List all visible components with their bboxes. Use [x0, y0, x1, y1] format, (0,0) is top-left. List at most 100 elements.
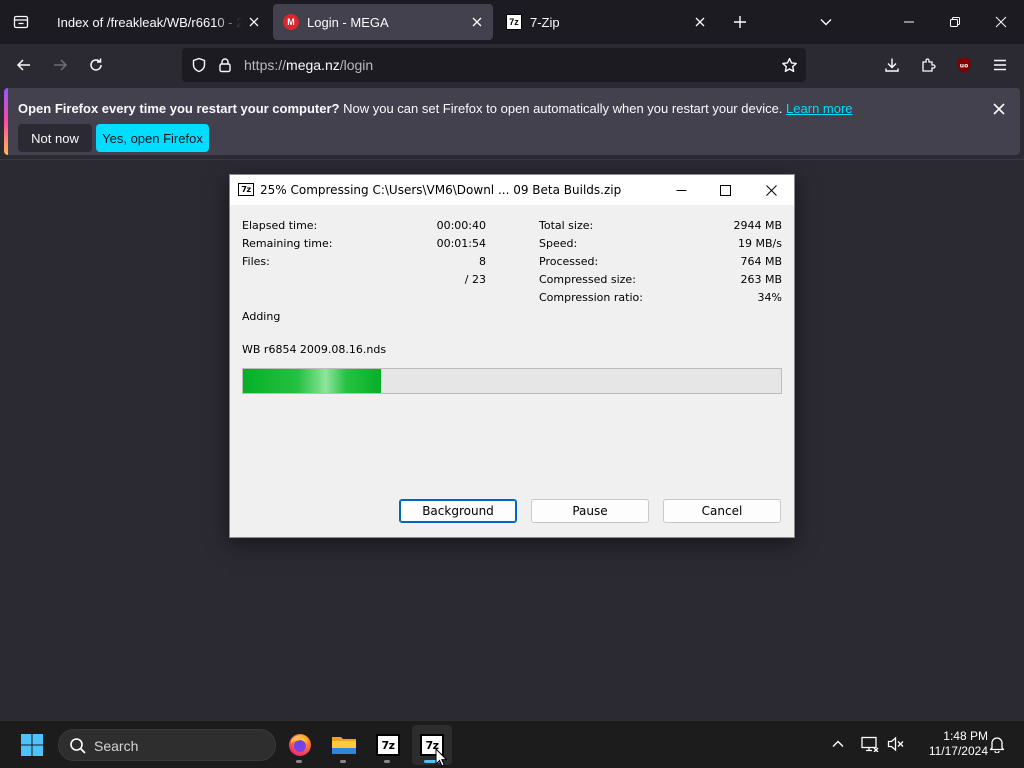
7zip-app-icon: 7z — [238, 183, 254, 196]
ublock-origin-button[interactable]: uo — [948, 49, 980, 81]
files-label: Files: — [242, 255, 270, 268]
close-icon — [695, 17, 705, 27]
chevron-up-icon — [832, 740, 844, 747]
back-button[interactable] — [8, 49, 40, 81]
notification-bar: Open Firefox every time you restart your… — [4, 88, 1020, 155]
firefox-view-button[interactable] — [0, 0, 42, 44]
content-divider — [0, 159, 1024, 160]
dialog-minimize-button[interactable] — [658, 175, 704, 205]
notification-accent-stripe — [4, 88, 8, 155]
current-file-name: WB r6854 2009.08.16.nds — [242, 343, 387, 356]
compression-ratio-value: 34% — [757, 291, 782, 304]
chevron-down-icon — [820, 19, 832, 26]
tab-strip: Index of /freakleak/WB/r6610 - 2009.06.2… — [0, 0, 1024, 44]
url-text[interactable]: https://mega.nz/login — [244, 57, 373, 73]
taskbar-file-explorer[interactable] — [324, 725, 364, 765]
notification-message: Open Firefox every time you restart your… — [18, 101, 853, 116]
minimize-icon — [676, 189, 686, 191]
url-path: /login — [339, 57, 374, 73]
restore-button[interactable] — [933, 0, 977, 44]
learn-more-link[interactable]: Learn more — [786, 101, 852, 116]
forward-button[interactable] — [44, 49, 76, 81]
taskbar: Search 7z 7z 1:48 PM 11/17/2024 — [0, 720, 1024, 768]
extensions-button[interactable] — [912, 49, 944, 81]
cancel-button[interactable]: Cancel — [663, 499, 781, 523]
downloads-button[interactable] — [876, 49, 908, 81]
7zip-favicon-icon: 7z — [506, 14, 522, 30]
start-button[interactable] — [12, 725, 52, 765]
clock-time: 1:48 PM — [943, 729, 988, 743]
pause-button[interactable]: Pause — [531, 499, 649, 523]
url-bar[interactable]: https://mega.nz/login — [182, 48, 806, 82]
plus-icon — [734, 16, 746, 28]
not-now-button[interactable]: Not now — [18, 124, 92, 152]
tab-7zip[interactable]: 7z 7-Zip — [496, 4, 716, 40]
puzzle-icon — [922, 58, 936, 72]
list-all-tabs-button[interactable] — [804, 0, 848, 44]
close-window-button[interactable] — [979, 0, 1023, 44]
navigation-toolbar: https://mega.nz/login uo — [0, 44, 1024, 86]
windows-logo-icon — [21, 734, 43, 756]
clock-date: 11/17/2024 — [928, 744, 988, 758]
notification-text: Now you can set Firefox to open automati… — [339, 101, 787, 116]
yes-open-firefox-button[interactable]: Yes, open Firefox — [96, 124, 209, 152]
notifications-button[interactable] — [986, 733, 1008, 755]
show-hidden-icons-button[interactable] — [827, 733, 849, 755]
network-tray-button[interactable] — [859, 733, 881, 755]
dialog-maximize-button[interactable] — [702, 175, 748, 205]
notification-close-button[interactable] — [988, 98, 1010, 120]
elapsed-time-label: Elapsed time: — [242, 219, 318, 232]
bookmark-star-icon[interactable] — [780, 56, 798, 74]
reload-button[interactable] — [80, 49, 112, 81]
close-icon — [993, 103, 1005, 115]
taskbar-7zip-1[interactable]: 7z — [368, 725, 408, 765]
compressed-size-value: 263 MB — [740, 273, 782, 286]
progress-bar — [242, 368, 782, 394]
url-host: mega.nz — [286, 57, 340, 73]
close-icon — [995, 16, 1007, 28]
firefox-icon — [289, 734, 311, 756]
compressed-size-label: Compressed size: — [539, 273, 636, 286]
taskbar-firefox[interactable] — [280, 725, 320, 765]
taskbar-search-box[interactable]: Search — [58, 729, 276, 761]
operation-status: Adding — [242, 310, 281, 323]
close-icon — [249, 17, 259, 27]
dialog-title-bar[interactable]: 7z 25% Compressing C:\Users\VM6\Downl ..… — [230, 175, 794, 205]
lock-icon[interactable] — [216, 56, 234, 74]
tab-close-button[interactable] — [242, 10, 266, 34]
tab-title: 7-Zip — [530, 14, 560, 30]
new-tab-button[interactable] — [718, 0, 762, 44]
total-size-label: Total size: — [539, 219, 594, 232]
folder-icon — [332, 737, 356, 754]
search-icon — [70, 738, 86, 754]
files-value: 8 — [479, 255, 486, 268]
tab-title: Index of /freakleak/WB/r6610 - 2009.06.2 — [57, 14, 242, 30]
speed-label: Speed: — [539, 237, 578, 250]
minimize-button[interactable] — [887, 0, 931, 44]
tab-close-button[interactable] — [688, 10, 712, 34]
close-icon — [765, 184, 777, 196]
shield-icon[interactable] — [190, 56, 208, 74]
speed-value: 19 MB/s — [738, 237, 782, 250]
hamburger-menu-icon — [994, 59, 1006, 71]
volume-tray-button[interactable] — [885, 733, 907, 755]
minimize-icon — [904, 21, 914, 23]
remaining-time-value: 00:01:54 — [436, 237, 486, 250]
tab-login-mega[interactable]: M Login - MEGA — [273, 4, 493, 40]
arrow-right-icon — [54, 59, 68, 71]
url-scheme: https:// — [244, 57, 287, 73]
menu-button[interactable] — [984, 49, 1016, 81]
dialog-title: 25% Compressing C:\Users\VM6\Downl ... 0… — [260, 183, 622, 197]
taskbar-clock[interactable]: 1:48 PM 11/17/2024 — [912, 729, 988, 759]
tab-close-button[interactable] — [465, 10, 489, 34]
tab-index-freakleak[interactable]: Index of /freakleak/WB/r6610 - 2009.06.2 — [42, 4, 270, 40]
mega-favicon-icon: M — [283, 14, 299, 30]
total-size-value: 2944 MB — [733, 219, 782, 232]
ublock-badge-text: uo — [960, 63, 968, 70]
arrow-left-icon — [16, 59, 30, 71]
background-button[interactable]: Background — [399, 499, 517, 523]
processed-value: 764 MB — [740, 255, 782, 268]
firefox-view-icon — [13, 15, 29, 29]
dialog-close-button[interactable] — [748, 175, 794, 205]
search-placeholder: Search — [94, 738, 139, 754]
